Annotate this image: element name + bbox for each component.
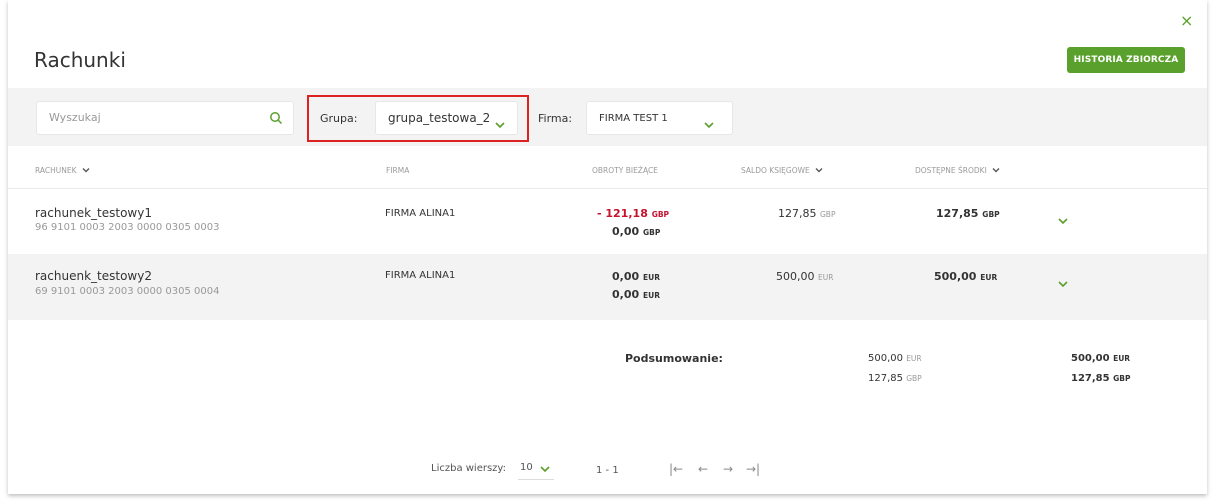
firm-select[interactable]: FIRMA TEST 1 [586, 101, 733, 135]
group-label: Grupa: [320, 112, 358, 125]
group-select-value: grupa_testowa_2 [388, 111, 491, 125]
firm-label: Firma: [538, 112, 573, 125]
search-input[interactable]: Wyszukaj [36, 101, 294, 135]
accounts-panel: × Rachunki HISTORIA ZBIORCZA Wyszukaj Gr… [8, 0, 1207, 494]
column-header-turnover: OBROTY BIEŻĄCE [592, 166, 658, 175]
chevron-down-icon [815, 168, 823, 173]
turnover-credit-currency: EUR [642, 291, 660, 300]
summary-balance-eur-value: 500,00 [868, 353, 903, 364]
previous-page-icon[interactable]: ← [698, 462, 708, 476]
turnover-credit-value: 0,00 [612, 225, 640, 238]
turnover-debit-value: 0,00 [612, 270, 640, 283]
last-page-icon[interactable]: →| [746, 462, 760, 476]
history-button[interactable]: HISTORIA ZBIORCZA [1067, 47, 1185, 73]
turnover-credit: 0,00 EUR [612, 288, 660, 301]
account-available-value: 500,00 [934, 270, 977, 283]
account-available: 500,00 EUR [934, 270, 997, 283]
summary-label: Podsumowanie: [625, 352, 723, 365]
account-balance-currency: GBP [820, 210, 836, 219]
turnover-debit: - 121,18 GBP [597, 207, 669, 220]
account-name: rachunek_testowy1 [35, 206, 152, 220]
column-header-firm: FIRMA [386, 166, 410, 175]
turnover-debit-value: - 121,18 [597, 207, 648, 220]
summary-available-gbp: 127,85 GBP [1071, 373, 1130, 384]
column-header-available[interactable]: DOSTĘPNE ŚRODKI [915, 166, 1000, 175]
turnover-credit-currency: GBP [642, 228, 661, 237]
account-balance-value: 500,00 [776, 270, 815, 283]
pagination-range: 1 - 1 [596, 465, 619, 476]
chevron-down-icon [992, 168, 1000, 173]
summary-available-eur-currency: EUR [1113, 354, 1131, 363]
chevron-down-icon [82, 168, 90, 173]
account-balance-currency: EUR [818, 273, 834, 282]
account-number: 96 9101 0003 2003 0000 0305 0003 [35, 222, 220, 233]
chevron-down-icon [540, 466, 550, 473]
account-firm: FIRMA ALINA1 [385, 270, 456, 281]
search-placeholder: Wyszukaj [49, 111, 101, 124]
account-available-currency: EUR [980, 273, 998, 282]
close-icon[interactable]: × [1180, 13, 1196, 29]
turnover-debit-currency: EUR [642, 273, 660, 282]
rows-per-page-value: 10 [520, 462, 533, 473]
column-header-account-label: RACHUNEK [35, 166, 77, 175]
group-select[interactable]: grupa_testowa_2 [375, 101, 518, 135]
column-header-balance-label: SALDO KSIĘGOWE [741, 166, 810, 175]
column-header-account[interactable]: RACHUNEK [35, 166, 90, 175]
page-title: Rachunki [34, 48, 126, 72]
summary-available-gbp-currency: GBP [1113, 374, 1131, 383]
account-available-value: 127,85 [936, 207, 979, 220]
expand-row-chevron-down-icon[interactable] [1058, 210, 1068, 229]
account-firm: FIRMA ALINA1 [385, 208, 456, 219]
account-balance: 127,85 GBP [778, 207, 835, 220]
account-name: rachuenk_testowy2 [35, 269, 152, 283]
account-available-currency: GBP [982, 210, 1000, 219]
rows-per-page-label: Liczba wierszy: [431, 463, 506, 474]
firm-select-value: FIRMA TEST 1 [599, 113, 668, 124]
chevron-down-icon [495, 114, 505, 133]
summary-balance-gbp-currency: GBP [906, 374, 922, 383]
summary-available-eur-value: 500,00 [1071, 353, 1110, 364]
summary-balance-eur: 500,00 EUR [868, 353, 922, 364]
summary-available-eur: 500,00 EUR [1071, 353, 1130, 364]
turnover-credit: 0,00 GBP [612, 225, 660, 238]
summary-balance-gbp: 127,85 GBP [868, 373, 922, 384]
column-header-balance[interactable]: SALDO KSIĘGOWE [741, 166, 823, 175]
account-balance-value: 127,85 [778, 207, 817, 220]
chevron-down-icon [704, 114, 714, 133]
summary-balance-eur-currency: EUR [906, 354, 922, 363]
summary-available-gbp-value: 127,85 [1071, 373, 1110, 384]
column-header-available-label: DOSTĘPNE ŚRODKI [915, 166, 987, 175]
search-icon[interactable] [269, 110, 283, 129]
rows-per-page-select[interactable]: 10 [518, 459, 554, 480]
next-page-icon[interactable]: → [723, 462, 733, 476]
turnover-debit: 0,00 EUR [612, 270, 660, 283]
account-balance: 500,00 EUR [776, 270, 833, 283]
turnover-credit-value: 0,00 [612, 288, 640, 301]
expand-row-chevron-down-icon[interactable] [1058, 273, 1068, 292]
first-page-icon[interactable]: |← [669, 462, 683, 476]
account-available: 127,85 GBP [936, 207, 1000, 220]
account-number: 69 9101 0003 2003 0000 0305 0004 [35, 286, 220, 297]
summary-balance-gbp-value: 127,85 [868, 373, 903, 384]
turnover-debit-currency: GBP [651, 210, 670, 219]
